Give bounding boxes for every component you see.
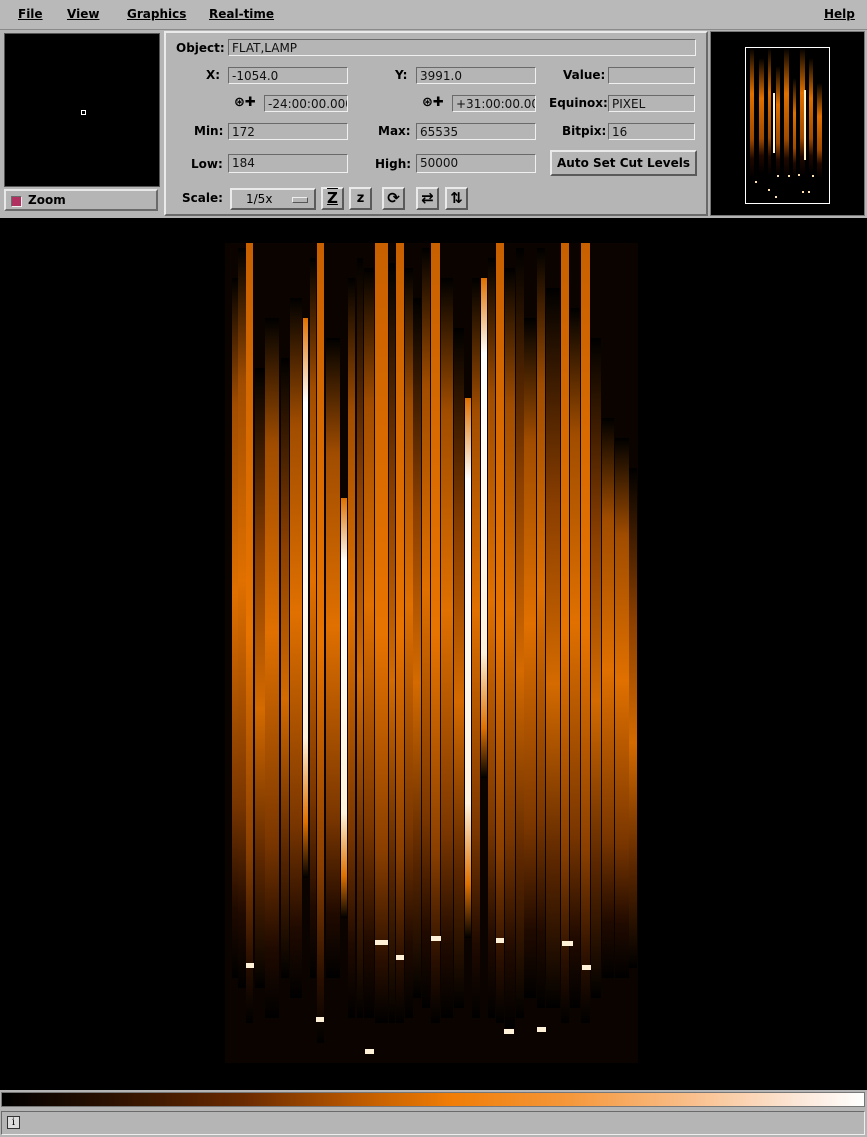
dec-field: +31:00:00.00 [452,95,536,112]
low-label: Low: [191,157,223,171]
scale-dropdown[interactable]: 1/5x [230,188,316,210]
ra-field: -24:00:00.000 [264,95,348,112]
rotate-button[interactable]: ⟳ [382,187,405,210]
x-field: -1054.0 [228,67,348,84]
value-field [608,67,695,84]
flip-x-button[interactable]: ⇄ [416,187,439,210]
menu-file[interactable]: File [18,7,43,21]
pan-thumbnail [750,48,822,198]
pan-box[interactable] [745,47,830,204]
flip-y-button[interactable]: ⇅ [445,187,468,210]
info-panel: Object: FLAT,LAMP X: -1054.0 Y: 3991.0 V… [164,31,708,216]
auto-cut-levels-button[interactable]: Auto Set Cut Levels [550,150,697,176]
high-label: High: [375,157,412,171]
max-label: Max: [378,124,411,138]
menu-help[interactable]: Help [824,7,855,21]
max-field: 65535 [416,123,536,140]
zoom-cursor-marker [81,110,86,115]
menu-realtime[interactable]: Real-time [209,7,274,21]
scale-value: 1/5x [246,192,273,206]
dropdown-indicator-icon [292,197,308,203]
high-input[interactable]: 50000 [416,154,536,173]
scale-label: Scale: [182,191,223,205]
statusbar: i [1,1111,865,1135]
zoom-in-button[interactable]: Z [321,187,344,210]
zoom-toggle[interactable]: Zoom [4,189,158,211]
equinox-field: PIXEL [608,95,695,112]
min-label: Min: [194,124,224,138]
pan-panel [710,31,865,216]
object-label: Object: [176,41,225,55]
y-label: Y: [395,68,408,82]
spectral-image [225,243,638,1063]
menu-view[interactable]: View [67,7,99,21]
zoom-label: Zoom [28,193,66,207]
info-icon[interactable]: i [7,1116,20,1129]
value-label: Value: [563,68,606,82]
zoom-out-button[interactable]: z [349,187,372,210]
low-input[interactable]: 184 [228,154,348,173]
dec-crosshair-icon: ⊛✚ [422,95,444,110]
menu-graphics[interactable]: Graphics [127,7,186,21]
bitpix-label: Bitpix: [562,124,607,138]
bitpix-field: 16 [608,123,695,140]
image-canvas[interactable] [0,218,867,1090]
x-label: X: [206,68,221,82]
object-field: FLAT,LAMP [228,39,696,56]
equinox-label: Equinox: [549,96,608,110]
zoom-panel: Zoom [2,31,160,216]
zoom-checkbox[interactable] [11,196,22,207]
menubar: File View Graphics Real-time Help [0,0,867,30]
ra-crosshair-icon: ⊛✚ [234,95,256,110]
y-field: 3991.0 [416,67,536,84]
min-field: 172 [228,123,348,140]
colorbar [1,1092,865,1107]
zoom-view[interactable] [4,33,160,187]
